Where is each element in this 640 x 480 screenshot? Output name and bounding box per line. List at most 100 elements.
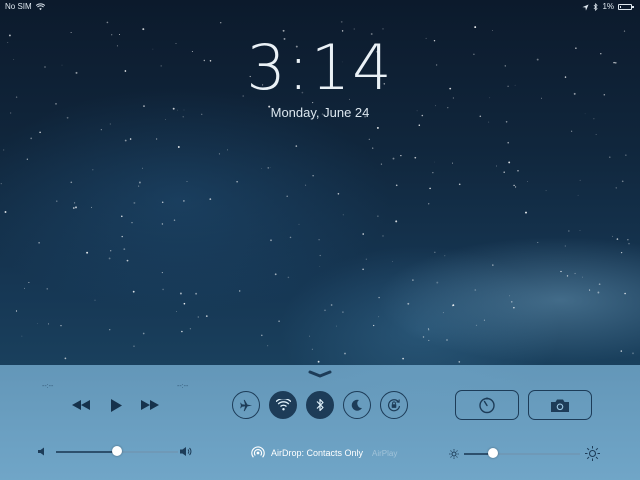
star — [582, 276, 583, 278]
star — [124, 139, 127, 142]
bluetooth-icon — [316, 398, 324, 412]
star — [378, 316, 380, 318]
airdrop-button[interactable]: AirDrop: Contacts Only — [251, 446, 363, 460]
star — [142, 332, 145, 335]
brightness-low-icon — [449, 449, 459, 459]
star — [295, 145, 298, 147]
do-not-disturb-toggle[interactable] — [343, 391, 371, 419]
carrier-label: No SIM — [5, 2, 32, 11]
star — [483, 319, 485, 321]
star — [597, 291, 600, 294]
star — [317, 360, 320, 363]
star — [287, 276, 290, 279]
rotation-lock-toggle[interactable] — [380, 391, 408, 419]
star — [492, 264, 494, 266]
star — [110, 250, 112, 252]
camera-button[interactable] — [528, 390, 592, 420]
star — [274, 273, 277, 276]
star — [612, 235, 613, 237]
play-icon — [110, 398, 122, 412]
airdrop-icon — [251, 446, 265, 458]
wifi-toggle[interactable] — [269, 391, 297, 419]
star — [94, 299, 96, 301]
star — [517, 170, 519, 172]
star — [261, 334, 263, 337]
remaining-time-label: --:-- — [177, 383, 189, 390]
status-bar: No SIM 1% — [0, 0, 640, 14]
fast-forward-button[interactable] — [139, 395, 161, 415]
star — [527, 181, 529, 182]
star — [382, 235, 384, 237]
star — [579, 229, 581, 231]
star — [267, 167, 270, 169]
star — [261, 168, 263, 169]
star — [395, 184, 398, 187]
star — [121, 215, 123, 218]
star — [289, 236, 292, 239]
star — [298, 223, 300, 225]
star — [560, 270, 562, 273]
star — [183, 200, 185, 202]
star — [173, 219, 176, 221]
star — [286, 195, 288, 197]
star — [508, 161, 511, 164]
star — [566, 275, 569, 277]
star — [311, 348, 313, 350]
timer-button[interactable] — [455, 390, 519, 420]
star — [319, 266, 321, 267]
volume-slider-remaining[interactable] — [117, 451, 178, 453]
star — [589, 289, 591, 291]
star — [138, 181, 141, 184]
star — [509, 295, 511, 297]
star — [177, 146, 180, 148]
airplane-mode-toggle[interactable] — [232, 391, 260, 419]
star — [205, 315, 208, 317]
brightness-high-icon — [585, 446, 600, 461]
star — [109, 123, 111, 125]
star — [432, 172, 434, 174]
wifi-icon — [275, 399, 291, 411]
elapsed-time-label: --:-- — [42, 383, 54, 390]
star — [376, 126, 379, 129]
star — [400, 155, 402, 157]
star — [186, 181, 188, 182]
volume-high-icon — [180, 447, 192, 456]
star — [570, 130, 573, 132]
star — [195, 292, 198, 295]
star — [161, 201, 164, 204]
star — [330, 304, 333, 306]
volume-slider-track[interactable] — [56, 451, 117, 453]
brightness-slider-knob[interactable] — [488, 448, 498, 458]
airplane-icon — [239, 399, 252, 411]
star — [24, 287, 25, 289]
control-center: --:-- --:-- AirDrop: Contacts Only AirPl… — [0, 365, 640, 480]
volume-slider-knob[interactable] — [112, 446, 122, 456]
star — [362, 268, 364, 271]
star — [218, 153, 220, 155]
star — [488, 121, 490, 123]
star — [335, 325, 337, 327]
star — [30, 137, 33, 140]
star — [133, 201, 136, 204]
battery-percent: 1% — [602, 2, 614, 11]
dismiss-grabber-icon[interactable] — [308, 370, 332, 378]
star — [627, 239, 629, 241]
star — [340, 21, 343, 23]
star — [451, 304, 454, 307]
star — [577, 194, 579, 196]
star — [475, 324, 478, 327]
brightness-slider-remaining[interactable] — [493, 453, 580, 455]
star — [28, 282, 30, 284]
rewind-button[interactable] — [70, 395, 92, 415]
bluetooth-toggle[interactable] — [306, 391, 334, 419]
play-button[interactable] — [106, 395, 126, 415]
star — [21, 335, 23, 337]
timer-icon — [479, 397, 495, 414]
star — [100, 129, 102, 131]
volume-low-icon — [38, 447, 44, 456]
star — [161, 223, 164, 225]
star — [418, 124, 421, 126]
star — [434, 251, 436, 253]
star — [513, 184, 515, 187]
star — [402, 357, 404, 360]
